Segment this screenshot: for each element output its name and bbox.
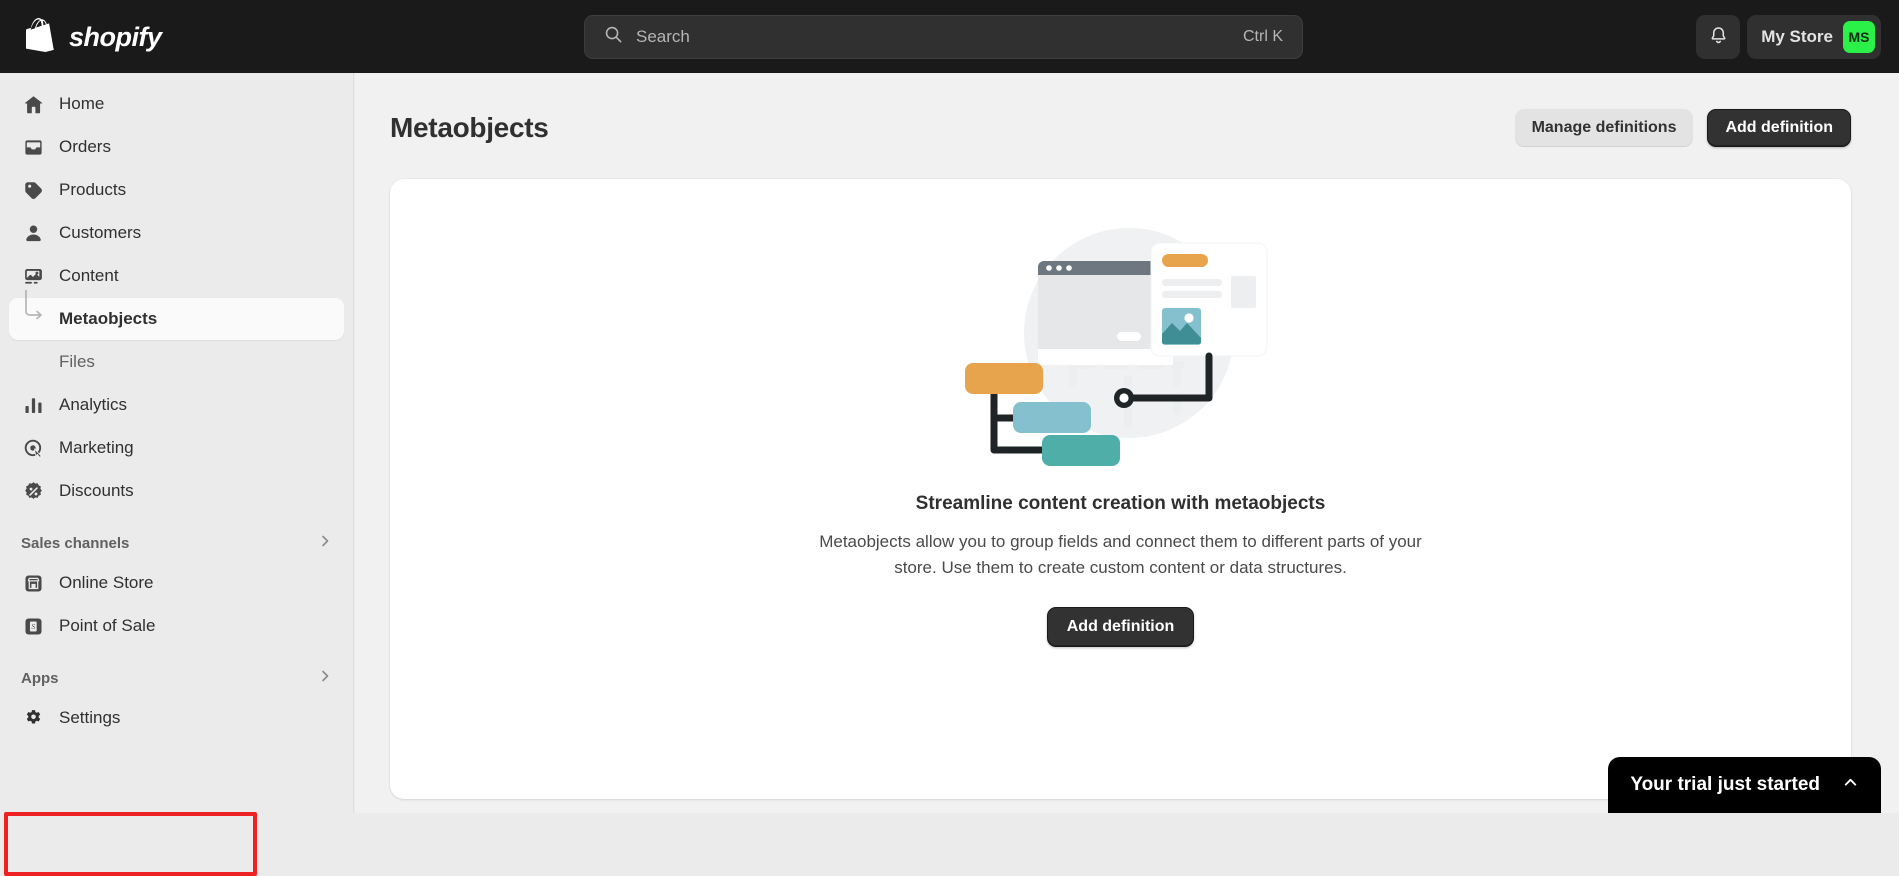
sidebar-item-online-store[interactable]: Online Store — [9, 562, 344, 604]
bell-icon — [1708, 24, 1729, 50]
bar-chart-icon — [21, 393, 45, 417]
sidebar-item-analytics[interactable]: Analytics — [9, 384, 344, 426]
empty-state-add-definition-button[interactable]: Add definition — [1046, 606, 1195, 647]
shopify-logo[interactable]: shopify — [26, 18, 162, 56]
empty-state-card: Streamline content creation with metaobj… — [390, 179, 1851, 799]
sidebar-item-label: Orders — [59, 137, 111, 156]
sidebar-item-label: Files — [59, 352, 95, 371]
page-title: Metaobjects — [390, 112, 549, 143]
empty-state-title: Streamline content creation with metaobj… — [915, 493, 1326, 514]
branch-arrow-icon — [21, 290, 45, 331]
sidebar-item-metaobjects[interactable]: Metaobjects — [9, 290, 344, 340]
sidebar-item-label: Metaobjects — [59, 309, 158, 328]
top-navigation-bar: shopify Ctrl K My Store MS — [0, 0, 1899, 73]
sidebar-item-settings[interactable]: Settings — [9, 697, 344, 739]
sidebar-item-label: Point of Sale — [59, 616, 156, 635]
sidebar-item-label: Content — [59, 266, 119, 285]
chevron-right-icon — [318, 669, 332, 688]
sidebar-item-files[interactable]: Files — [9, 341, 344, 383]
point-of-sale-icon: S — [21, 614, 45, 638]
add-definition-button[interactable]: Add definition — [1707, 109, 1851, 147]
annotation-highlight-settings — [4, 812, 257, 876]
sidebar-item-content[interactable]: Content — [9, 255, 344, 297]
search-shortcut-hint: Ctrl K — [1243, 28, 1283, 45]
person-icon — [21, 221, 45, 245]
sidebar-item-customers[interactable]: Customers — [9, 212, 344, 254]
sidebar-item-orders[interactable]: Orders — [9, 126, 344, 168]
sidebar-section-apps[interactable]: Apps — [9, 661, 344, 695]
orders-inbox-icon — [21, 135, 45, 159]
metaobjects-diagram-illustration — [964, 228, 1267, 466]
sidebar-item-home[interactable]: Home — [9, 83, 344, 125]
trial-status-banner[interactable]: Your trial just started — [1608, 757, 1881, 813]
sidebar-item-marketing[interactable]: Marketing — [9, 427, 344, 469]
content-image-icon — [21, 264, 45, 288]
sidebar-item-label: Online Store — [59, 573, 154, 592]
chevron-right-icon — [318, 534, 332, 553]
chevron-up-icon[interactable] — [1842, 774, 1859, 796]
search-input[interactable] — [636, 27, 1243, 47]
sidebar-item-label: Settings — [59, 708, 121, 727]
trial-status-label: Your trial just started — [1630, 774, 1820, 795]
sidebar-item-discounts[interactable]: Discounts — [9, 470, 344, 512]
marketing-target-icon — [21, 436, 45, 460]
manage-definitions-button[interactable]: Manage definitions — [1514, 109, 1694, 147]
shopify-bag-icon — [26, 18, 54, 52]
sidebar-item-products[interactable]: Products — [9, 169, 344, 211]
home-icon — [21, 92, 45, 116]
search-icon — [604, 25, 623, 49]
page-header-actions: Manage definitions Add definition — [1514, 109, 1851, 147]
main-content-area: Metaobjects Manage definitions Add defin… — [355, 73, 1899, 813]
section-title: Apps — [21, 669, 59, 687]
sidebar-item-point-of-sale[interactable]: S Point of Sale — [9, 605, 344, 647]
empty-state-description: Metaobjects allow you to group fields an… — [819, 532, 1422, 577]
notifications-button[interactable] — [1696, 15, 1740, 59]
sidebar-navigation: Home Orders Products Customers Content M… — [0, 73, 354, 876]
sidebar-item-label: Analytics — [59, 395, 128, 414]
sidebar-item-label: Customers — [59, 223, 142, 242]
storefront-icon — [21, 571, 45, 595]
page-header: Metaobjects Manage definitions Add defin… — [355, 73, 1899, 147]
sidebar-item-label: Products — [59, 180, 127, 199]
branch-spacer — [21, 350, 45, 374]
gear-icon — [21, 706, 45, 730]
product-tag-icon — [21, 178, 45, 202]
sidebar-section-sales-channels[interactable]: Sales channels — [9, 526, 344, 560]
shopify-wordmark: shopify — [69, 21, 162, 52]
avatar: MS — [1843, 21, 1875, 53]
discount-badge-icon — [21, 479, 45, 503]
sidebar-item-label: Marketing — [59, 438, 134, 457]
store-name-label: My Store — [1761, 27, 1833, 46]
store-switcher-button[interactable]: My Store MS — [1747, 15, 1881, 59]
sidebar-item-label: Discounts — [59, 481, 134, 500]
svg-text:S: S — [31, 622, 35, 630]
sidebar-item-label: Home — [59, 94, 105, 113]
section-title: Sales channels — [21, 534, 130, 552]
global-search-bar[interactable]: Ctrl K — [584, 15, 1303, 59]
